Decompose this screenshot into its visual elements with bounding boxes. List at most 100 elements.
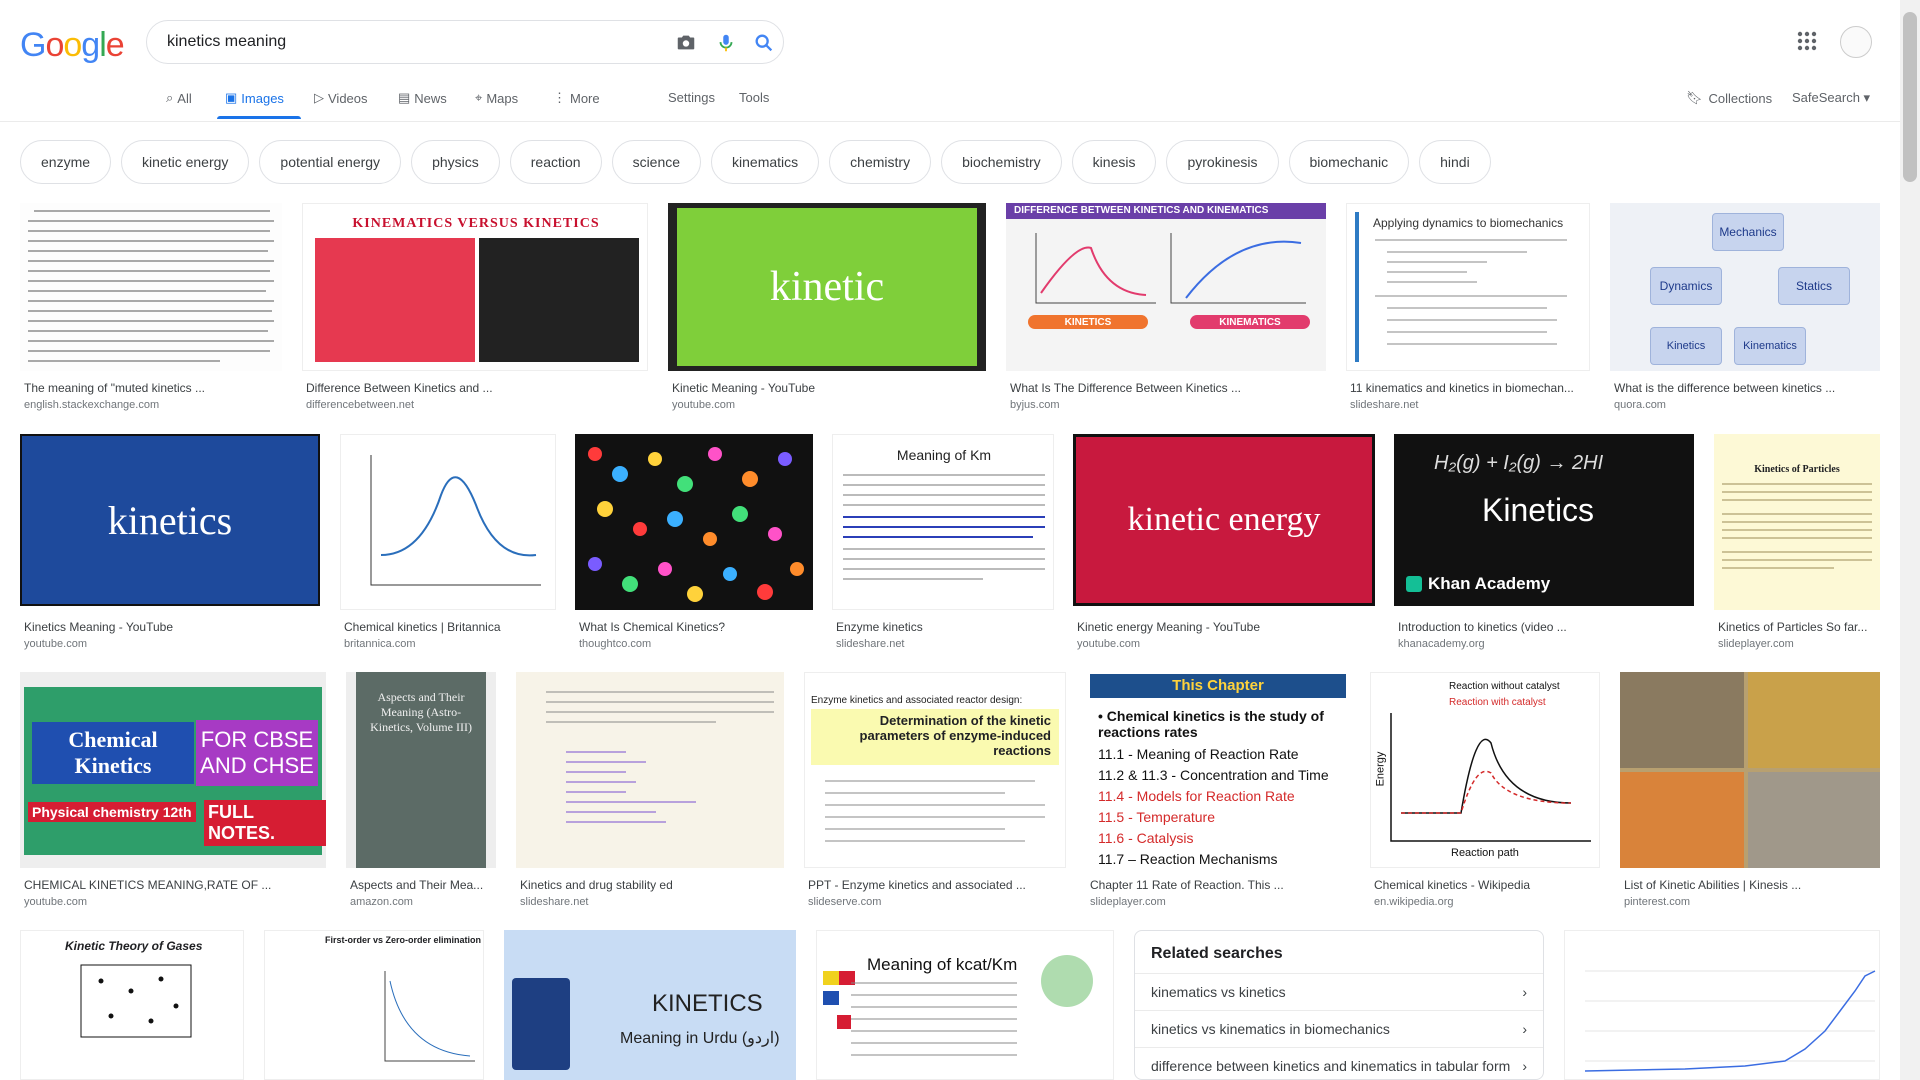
image-result[interactable]: What Is Chemical Kinetics? thoughtco.com <box>575 434 813 654</box>
result-caption[interactable]: The meaning of "muted kinetics ... <box>24 381 282 395</box>
image-result[interactable]: Aspects and Their Meaning (Astro-Kinetic… <box>346 672 496 912</box>
result-thumbnail[interactable] <box>1564 930 1880 1080</box>
result-caption[interactable]: List of Kinetic Abilities | Kinesis ... <box>1624 878 1880 892</box>
apps-grid-icon[interactable] <box>1796 30 1818 52</box>
chip-hindi[interactable]: hindi <box>1419 140 1491 184</box>
result-thumbnail[interactable]: This Chapter • Chemical kinetics is the … <box>1086 672 1350 868</box>
chip-kinetic-energy[interactable]: kinetic energy <box>121 140 250 184</box>
result-caption[interactable]: Difference Between Kinetics and ... <box>306 381 646 395</box>
tools-link[interactable]: Tools <box>739 90 769 105</box>
related-search-item[interactable]: kinetics vs kinematics in biomechanics › <box>1135 1010 1543 1047</box>
image-result[interactable]: Kinetics and drug stability ed slideshar… <box>516 672 784 912</box>
image-result[interactable]: Enzyme kinetics and associated reactor d… <box>804 672 1066 912</box>
result-caption[interactable]: CHEMICAL KINETICS MEANING,RATE OF ... <box>24 878 326 892</box>
chip-chemistry[interactable]: chemistry <box>829 140 932 184</box>
image-result[interactable]: Kinetic Theory of Gases <box>20 930 244 1080</box>
scrollbar-thumb[interactable] <box>1903 12 1917 182</box>
chip-potential-energy[interactable]: potential energy <box>259 140 402 184</box>
result-thumbnail[interactable]: Applying dynamics to biomechanics <box>1346 203 1590 371</box>
image-result[interactable] <box>1564 930 1880 1080</box>
result-thumbnail[interactable]: Chemical Kinetics FOR CBSE AND CHSE Phys… <box>20 672 326 868</box>
image-result[interactable]: List of Kinetic Abilities | Kinesis ... … <box>1620 672 1880 912</box>
result-thumbnail[interactable]: Reaction without catalyst Reaction with … <box>1370 672 1600 868</box>
result-thumbnail[interactable] <box>20 203 282 371</box>
result-thumbnail[interactable]: KINEMATICS VERSUS KINETICS <box>302 203 648 371</box>
result-thumbnail[interactable]: Mechanics Dynamics Statics Kinetics Kine… <box>1610 203 1880 371</box>
result-thumbnail[interactable]: DIFFERENCE BETWEEN KINETICS AND KINEMATI… <box>1006 203 1326 371</box>
image-result[interactable]: Chemical Kinetics FOR CBSE AND CHSE Phys… <box>20 672 326 912</box>
search-input[interactable]: kinetics meaning <box>167 33 286 51</box>
result-caption[interactable]: What Is The Difference Between Kinetics … <box>1010 381 1326 395</box>
collections-button[interactable]: 🔖︎ Collections <box>1686 90 1772 106</box>
image-result[interactable]: KINETICS Meaning in Urdu (اردو) <box>504 930 796 1080</box>
result-caption[interactable]: Kinetic Meaning - YouTube <box>672 381 986 395</box>
result-thumbnail[interactable]: kinetic energy <box>1073 434 1375 606</box>
result-caption[interactable]: Chemical kinetics - Wikipedia <box>1374 878 1600 892</box>
result-thumbnail[interactable]: kinetics <box>20 434 320 606</box>
google-logo[interactable]: Google <box>20 26 125 65</box>
image-result[interactable]: This Chapter • Chemical kinetics is the … <box>1086 672 1350 912</box>
result-caption[interactable]: Kinetics and drug stability ed <box>520 878 784 892</box>
tab-news[interactable]: ▤ News <box>398 90 447 106</box>
result-caption[interactable]: Kinetic energy Meaning - YouTube <box>1077 620 1375 634</box>
image-result[interactable]: H₂(g) + I₂(g) → 2HI Kinetics Khan Academ… <box>1394 434 1694 654</box>
camera-icon[interactable] <box>675 32 697 54</box>
microphone-icon[interactable] <box>715 32 737 54</box>
result-caption[interactable]: Aspects and Their Mea... <box>350 878 496 892</box>
result-thumbnail[interactable]: Kinetic Theory of Gases <box>20 930 244 1080</box>
result-thumbnail[interactable]: First-order vs Zero-order elimination <box>264 930 484 1080</box>
image-result[interactable]: Applying dynamics to biomechanics 11 kin… <box>1346 203 1590 413</box>
chip-enzyme[interactable]: enzyme <box>20 140 112 184</box>
chip-biochemistry[interactable]: biochemistry <box>941 140 1062 184</box>
result-caption[interactable]: Chapter 11 Rate of Reaction. This ... <box>1090 878 1350 892</box>
result-thumbnail[interactable]: Meaning of Km <box>832 434 1054 610</box>
result-caption[interactable]: What Is Chemical Kinetics? <box>579 620 813 634</box>
result-thumbnail[interactable] <box>516 672 784 868</box>
search-box[interactable]: kinetics meaning <box>146 20 784 64</box>
image-result[interactable]: kinetic energy Kinetic energy Meaning - … <box>1073 434 1375 654</box>
result-thumbnail[interactable] <box>575 434 813 610</box>
image-result[interactable]: Chemical kinetics | Britannica britannic… <box>340 434 556 654</box>
result-thumbnail[interactable] <box>340 434 556 610</box>
image-result[interactable]: The meaning of "muted kinetics ... engli… <box>20 203 282 413</box>
chip-science[interactable]: science <box>611 140 702 184</box>
search-icon[interactable] <box>753 32 775 54</box>
account-avatar[interactable] <box>1840 26 1872 58</box>
image-result[interactable]: First-order vs Zero-order elimination <box>264 930 484 1080</box>
result-thumbnail[interactable]: Aspects and Their Meaning (Astro-Kinetic… <box>346 672 496 868</box>
chip-kinematics[interactable]: kinematics <box>711 140 820 184</box>
image-result[interactable]: Meaning of Km Enzyme kinetics slideshare… <box>832 434 1054 654</box>
image-result[interactable]: Mechanics Dynamics Statics Kinetics Kine… <box>1610 203 1880 413</box>
result-caption[interactable]: Introduction to kinetics (video ... <box>1398 620 1694 634</box>
chip-reaction[interactable]: reaction <box>509 140 602 184</box>
result-thumbnail[interactable]: kinetic <box>668 203 986 371</box>
result-caption[interactable]: 11 kinematics and kinetics in biomechan.… <box>1350 381 1590 395</box>
chip-biomechanic[interactable]: biomechanic <box>1288 140 1410 184</box>
chip-physics[interactable]: physics <box>411 140 500 184</box>
chip-kinesis[interactable]: kinesis <box>1071 140 1157 184</box>
image-result[interactable]: Kinetics of Particles Kinetics of Partic… <box>1714 434 1880 654</box>
image-result[interactable]: Reaction without catalyst Reaction with … <box>1370 672 1600 912</box>
tab-more[interactable]: ⋮ More <box>553 90 600 106</box>
chip-pyrokinesis[interactable]: pyrokinesis <box>1166 140 1279 184</box>
result-thumbnail[interactable] <box>1620 672 1880 868</box>
result-thumbnail[interactable]: Meaning of kcat/Km <box>816 930 1114 1080</box>
image-result[interactable]: Meaning of kcat/Km <box>816 930 1114 1080</box>
result-thumbnail[interactable]: Enzyme kinetics and associated reactor d… <box>804 672 1066 868</box>
result-thumbnail[interactable]: KINETICS Meaning in Urdu (اردو) <box>504 930 796 1080</box>
image-result[interactable]: kinetic Kinetic Meaning - YouTube youtub… <box>668 203 986 413</box>
settings-link[interactable]: Settings <box>668 90 715 105</box>
related-search-item[interactable]: kinematics vs kinetics › <box>1135 973 1543 1010</box>
result-caption[interactable]: What is the difference between kinetics … <box>1614 381 1880 395</box>
result-caption[interactable]: Chemical kinetics | Britannica <box>344 620 556 634</box>
image-result[interactable]: KINEMATICS VERSUS KINETICS Difference Be… <box>302 203 648 413</box>
tab-images[interactable]: ▣ Images <box>225 90 284 106</box>
result-thumbnail[interactable]: Kinetics of Particles <box>1714 434 1880 610</box>
safesearch-dropdown[interactable]: SafeSearch ▾ <box>1792 90 1870 106</box>
image-result[interactable]: DIFFERENCE BETWEEN KINETICS AND KINEMATI… <box>1006 203 1326 413</box>
image-result[interactable]: kinetics Kinetics Meaning - YouTube yout… <box>20 434 320 654</box>
result-thumbnail[interactable]: H₂(g) + I₂(g) → 2HI Kinetics Khan Academ… <box>1394 434 1694 606</box>
tab-maps[interactable]: ⌖ Maps <box>475 90 518 106</box>
result-caption[interactable]: Kinetics of Particles So far... <box>1718 620 1880 634</box>
tab-all[interactable]: ⌕ All <box>166 90 192 106</box>
